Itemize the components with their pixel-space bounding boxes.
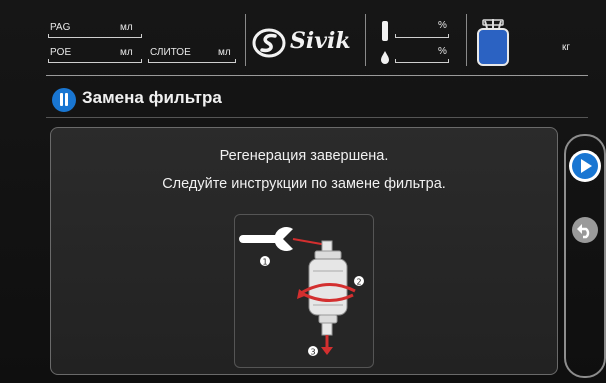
header-separator [46, 75, 588, 76]
pag-value-field [48, 34, 142, 38]
back-button[interactable] [569, 214, 601, 246]
navigation-sidebar [564, 134, 606, 378]
filter-replacement-illustration: 1 2 3 [234, 214, 374, 368]
drain-value-field [148, 59, 236, 63]
temperature-value-field [395, 34, 449, 38]
percent-label-2: % [438, 46, 447, 57]
step-2-label: 2 [356, 278, 361, 287]
poe-value-field [48, 59, 142, 63]
step-3-label: 3 [310, 348, 315, 357]
status-header: PAG мл POE мл СЛИТОЕ мл Sivik % % кг [0, 0, 606, 72]
page-title: Замена фильтра [82, 88, 222, 107]
drain-unit: мл [218, 47, 231, 58]
drain-label: СЛИТОЕ [150, 47, 191, 58]
screen: PAG мл POE мл СЛИТОЕ мл Sivik % % кг Зам… [0, 0, 606, 383]
next-button[interactable] [569, 150, 601, 182]
wrench-icon [239, 226, 293, 252]
instruction-panel: Регенерация завершена. Следуйте инструкц… [50, 127, 558, 375]
instruction-message: Следуйте инструкции по замене фильтра. [162, 176, 446, 192]
poe-label: POE [50, 47, 72, 58]
pag-unit: мл [120, 22, 133, 33]
title-separator [46, 117, 588, 118]
header-divider [466, 14, 467, 66]
play-icon [572, 153, 598, 179]
weight-unit: кг [562, 42, 571, 53]
refrigerant-tank-icon [477, 19, 509, 66]
undo-icon [572, 217, 598, 243]
humidity-drop-icon [381, 51, 389, 64]
percent-label-1: % [438, 20, 447, 31]
brand-name: Sivik [290, 28, 351, 54]
poe-unit: мл [120, 47, 133, 58]
filter-icon [52, 88, 76, 112]
filter-diagram: 1 2 3 [239, 226, 364, 357]
header-divider [365, 14, 366, 66]
temperature-icon [382, 21, 388, 41]
humidity-value-field [395, 59, 449, 63]
header-divider [245, 14, 246, 66]
brand-logo: Sivik [252, 26, 364, 60]
step-1-label: 1 [262, 258, 267, 267]
status-message: Регенерация завершена. [219, 148, 389, 164]
pag-label: PAG [50, 22, 71, 33]
brand-emblem-icon [252, 28, 286, 58]
